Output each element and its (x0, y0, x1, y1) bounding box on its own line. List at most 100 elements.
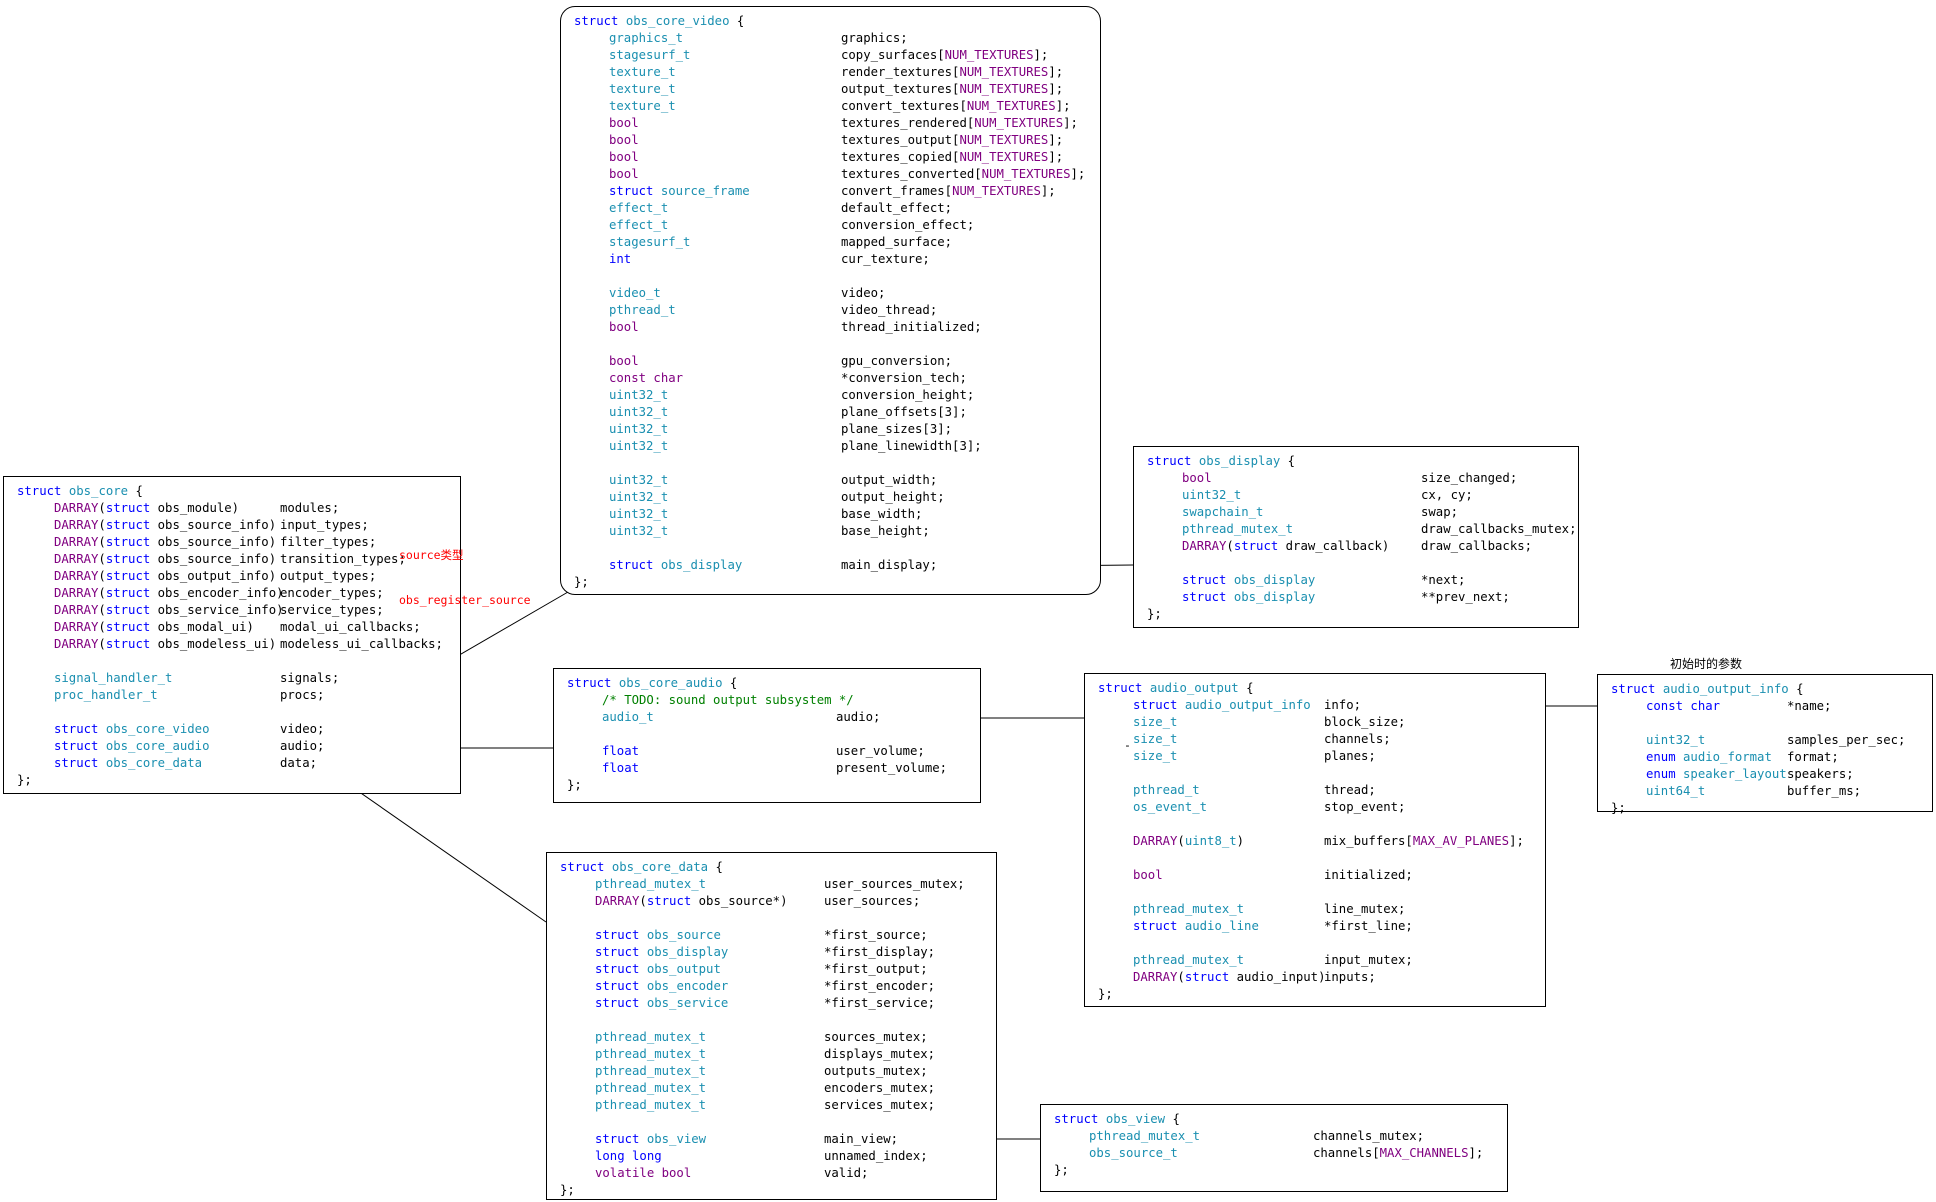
member-type: enum audio_format (1646, 749, 1772, 766)
type-token: ( (1177, 834, 1185, 848)
member-name: main_view; (824, 1131, 898, 1148)
member-line: uint32_t plane_offsets[3]; (574, 404, 1088, 421)
member-name: graphics; (841, 30, 908, 47)
type-token: pthread_mutex_t (1133, 902, 1245, 916)
type-token: struct (105, 518, 151, 532)
struct-keyword: struct (1147, 454, 1192, 468)
member-type: pthread_mutex_t (595, 1029, 706, 1046)
member-line: stagesurf_t copy_surfaces[NUM_TEXTURES]; (574, 47, 1088, 64)
member-name-text: render_textures[ (841, 65, 960, 79)
type-token: video_t (609, 286, 661, 300)
member-line: float user_volume; (567, 743, 968, 760)
type-token: volatile bool (595, 1166, 692, 1180)
member-line: struct obs_core_data data; (17, 755, 448, 772)
type-token: stagesurf_t (609, 235, 691, 249)
member-name: video; (841, 285, 885, 302)
struct-name: obs_core_audio (618, 676, 723, 690)
source-type-note-line1: source类型 (399, 548, 464, 562)
member-name-text: cur_texture; (841, 252, 930, 266)
array-size-macro: NUM_TEXTURES (974, 116, 1064, 130)
type-token: texture_t (609, 82, 676, 96)
member-type: bool (609, 115, 639, 132)
member-type: size_t (1133, 714, 1177, 731)
type-token: signal_handler_t (54, 671, 173, 685)
type-token: DARRAY (54, 535, 99, 549)
type-token: obs_service (639, 996, 729, 1010)
member-line: enum audio_format format; (1611, 749, 1920, 766)
member-type: bool (1182, 470, 1212, 487)
member-name-text: graphics; (841, 31, 908, 45)
member-type: uint32_t (609, 472, 668, 489)
member-name-text: conversion_height; (841, 388, 975, 402)
member-name: plane_linewidth[3]; (841, 438, 982, 455)
type-token: pthread_mutex_t (1089, 1129, 1201, 1143)
struct-name: audio_output (1149, 681, 1239, 695)
member-line: struct obs_output *first_output; (560, 961, 984, 978)
struct-header: struct obs_core_audio { (567, 675, 968, 692)
member-name: filter_types; (280, 534, 376, 551)
member-name-text: service_types; (280, 603, 384, 617)
member-type: DARRAY(uint8_t) (1133, 833, 1244, 850)
member-name-text: encoder_types; (280, 586, 384, 600)
member-line: uint32_t base_height; (574, 523, 1088, 540)
struct-header: struct obs_view { (1054, 1111, 1495, 1128)
member-line: DARRAY(struct obs_modal_ui) modal_ui_call… (17, 619, 448, 636)
type-token: uint8_t (1184, 834, 1237, 848)
member-type: int (609, 251, 631, 268)
member-name: output_width; (841, 472, 937, 489)
member-type: DARRAY(struct obs_encoder_info) (54, 585, 284, 602)
member-name-text: encoders_mutex; (824, 1081, 936, 1095)
type-token: struct (1182, 590, 1227, 604)
member-name-text: modules; (280, 501, 340, 515)
member-type: signal_handler_t (54, 670, 172, 687)
member-line: volatile bool valid; (560, 1165, 984, 1182)
struct-obs-core: struct obs_core {DARRAY(struct obs_modul… (3, 476, 461, 794)
member-name: sources_mutex; (824, 1029, 928, 1046)
type-token: pthread_mutex_t (595, 877, 707, 891)
member-line (1098, 850, 1533, 867)
struct-name: obs_core_data (611, 860, 709, 874)
member-type: long long (595, 1148, 662, 1165)
type-token: long long (595, 1149, 662, 1163)
type-token: obs_display (639, 945, 729, 959)
type-token: struct (595, 979, 640, 993)
type-token: source_frame (653, 184, 750, 198)
member-name: textures_rendered[NUM_TEXTURES]; (841, 115, 1078, 132)
struct-obs-display: struct obs_display {bool size_changed; uin… (1133, 446, 1579, 628)
member-name: samples_per_sec; (1787, 732, 1905, 749)
member-line: texture_t output_textures[NUM_TEXTURES]; (574, 81, 1088, 98)
type-token: proc_handler_t (54, 688, 158, 702)
member-name-text: samples_per_sec; (1787, 733, 1906, 747)
member-name: thread_initialized; (841, 319, 982, 336)
array-close: ]; (1048, 133, 1064, 147)
type-token: obs_core_audio (98, 739, 210, 753)
member-line: graphics_t graphics; (574, 30, 1088, 47)
member-name: plane_sizes[3]; (841, 421, 952, 438)
member-line (574, 336, 1088, 353)
member-name-text: procs; (280, 688, 325, 702)
member-name: user_sources; (824, 893, 920, 910)
type-token: float (602, 744, 640, 758)
member-type: size_t (1133, 748, 1177, 765)
member-name-text: video; (841, 286, 886, 300)
member-line: DARRAY(struct obs_module) modules; (17, 500, 448, 517)
struct-name: obs_display (1198, 454, 1281, 468)
member-name-text: convert_frames[ (841, 184, 953, 198)
type-token: struct (595, 996, 640, 1010)
type-token: obs_source_info) (150, 518, 277, 532)
member-line: uint32_t plane_linewidth[3]; (574, 438, 1088, 455)
type-token: DARRAY (54, 637, 99, 651)
member-line: bool thread_initialized; (574, 319, 1088, 336)
member-name: **prev_next; (1421, 589, 1510, 606)
type-token: obs_source_t (1089, 1146, 1178, 1160)
type-token: struct (54, 722, 99, 736)
member-type: pthread_mutex_t (595, 1097, 706, 1114)
member-line: DARRAY(struct obs_modeless_ui) modeless_u… (17, 636, 448, 653)
member-type: volatile bool (595, 1165, 691, 1182)
type-token: effect_t (609, 218, 669, 232)
closing-brace: }; (1098, 987, 1113, 1001)
member-name: data; (280, 755, 317, 772)
closing-brace: }; (17, 773, 32, 787)
member-line: size_t channels; (1098, 731, 1533, 748)
member-line: uint64_t buffer_ms; (1611, 783, 1920, 800)
